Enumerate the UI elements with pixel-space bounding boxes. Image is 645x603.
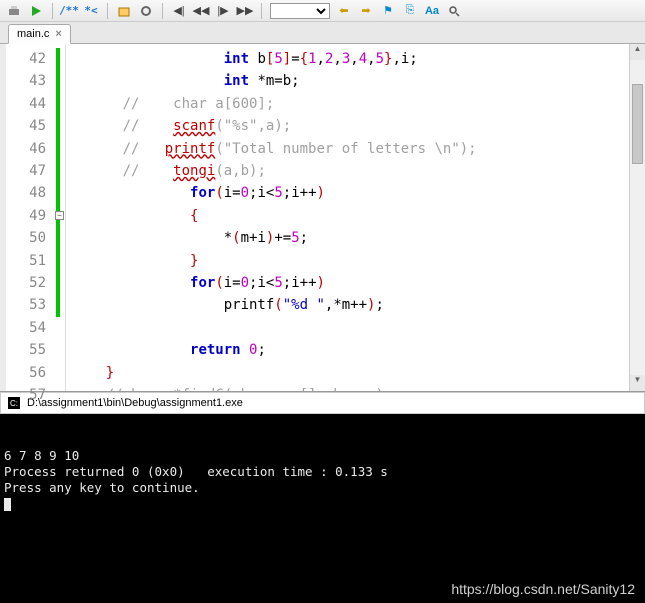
console-title-text: D:\assignment1\bin\Debug\assignment1.exe — [27, 397, 243, 409]
nav-back-icon[interactable]: ⬅ — [336, 3, 352, 19]
search-icon[interactable] — [446, 3, 462, 19]
run-icon[interactable] — [28, 3, 44, 19]
tab-bar: main.c × — [0, 22, 645, 44]
match-case-icon[interactable]: Aa — [424, 3, 440, 19]
nav-fwd-icon[interactable]: ➡ — [358, 3, 374, 19]
line-gutter: 42434445464748495051525354555657 — [6, 44, 54, 391]
mark-up-icon[interactable]: ⚑ — [380, 3, 396, 19]
change-bar — [56, 48, 60, 317]
copy-icon[interactable]: ⎘ — [402, 3, 418, 19]
console-titlebar[interactable]: C: D:\assignment1\bin\Debug\assignment1.… — [0, 392, 645, 414]
target-select[interactable] — [270, 3, 330, 19]
toolbar: /** *< ◀| ◀◀ |▶ ▶▶ ⬅ ➡ ⚑ ⎘ Aa — [0, 0, 645, 22]
code-editor[interactable]: 42434445464748495051525354555657 − int b… — [0, 44, 645, 392]
comment-icon[interactable]: /** — [61, 3, 77, 19]
vertical-scrollbar[interactable]: ▲ ▼ — [629, 44, 645, 391]
settings-icon[interactable] — [138, 3, 154, 19]
scroll-down-icon[interactable]: ▼ — [630, 375, 645, 391]
tab-main-c[interactable]: main.c × — [8, 24, 71, 44]
code-area[interactable]: int b[5]={1,2,3,4,5},i; int *m=b; // cha… — [66, 44, 645, 391]
marker-column: − — [54, 44, 66, 391]
console-panel: C: D:\assignment1\bin\Debug\assignment1.… — [0, 392, 645, 603]
indent-right-icon[interactable]: |▶ — [215, 3, 231, 19]
console-output[interactable]: 6 7 8 9 10Process returned 0 (0x0) execu… — [0, 414, 645, 603]
watermark-text: https://blog.csdn.net/Sanity12 — [451, 581, 635, 597]
print-icon[interactable] — [6, 3, 22, 19]
close-icon[interactable]: × — [55, 28, 61, 40]
scroll-thumb[interactable] — [632, 84, 643, 164]
package-icon[interactable] — [116, 3, 132, 19]
indent-left-icon[interactable]: ◀| — [171, 3, 187, 19]
tab-label: main.c — [17, 28, 49, 40]
indent-right2-icon[interactable]: ▶▶ — [237, 3, 253, 19]
fold-toggle[interactable]: − — [55, 211, 64, 220]
indent-left2-icon[interactable]: ◀◀ — [193, 3, 209, 19]
scroll-up-icon[interactable]: ▲ — [630, 44, 645, 60]
uncomment-icon[interactable]: *< — [83, 3, 99, 19]
